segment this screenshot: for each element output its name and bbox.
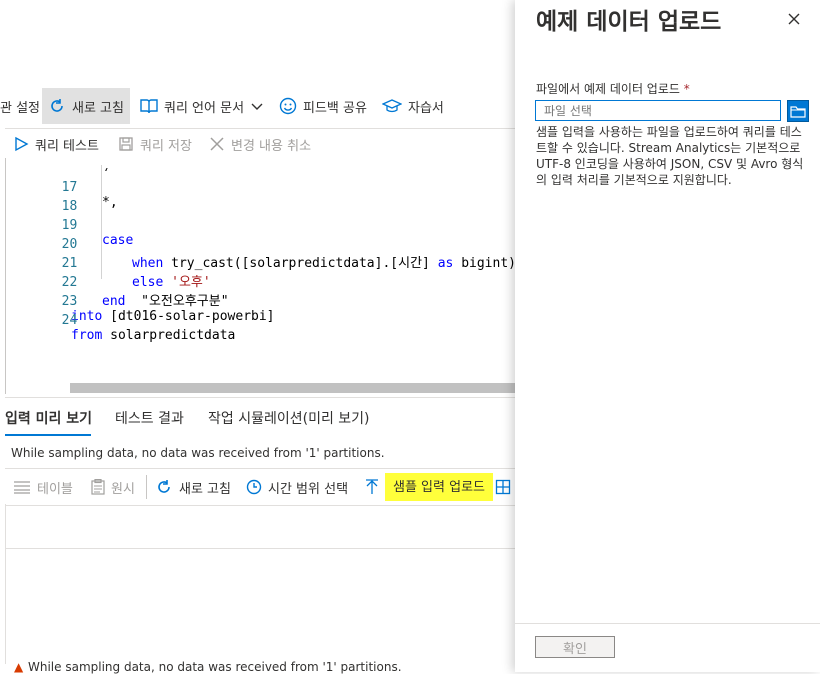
results-tabs: 입력 미리 보기 테스트 결과 작업 시뮬레이션(미리 보기) bbox=[5, 397, 515, 438]
clock-icon bbox=[246, 479, 262, 495]
results-divider bbox=[6, 548, 516, 549]
play-icon bbox=[15, 136, 29, 152]
file-select-input[interactable] bbox=[535, 100, 781, 121]
raw-view-button[interactable]: 원시 bbox=[91, 469, 135, 505]
help-text: 샘플 입력을 사용하는 파일을 업로드하여 쿼리를 테스트할 수 있습니다. S… bbox=[536, 125, 804, 187]
preview-refresh-button[interactable]: 새로 고침 bbox=[155, 469, 231, 505]
file-field-label: 파일에서 예제 데이터 업로드 * bbox=[536, 82, 690, 96]
sampling-message: While sampling data, no data was receive… bbox=[11, 446, 385, 460]
query-language-docs-label: 쿼리 언어 문서 bbox=[164, 100, 245, 116]
table-icon bbox=[14, 481, 30, 494]
code-line-22: 22 end "오전오후구분" bbox=[61, 275, 229, 309]
feedback-label: 피드백 공유 bbox=[303, 100, 367, 116]
preview-toolbar: 테이블 원시 새로 고침 시간 범위 선택 샘플 입력 업로드 bbox=[5, 468, 515, 506]
query-language-docs-button[interactable]: 쿼리 언어 문서 bbox=[140, 88, 270, 124]
toolbar-divider bbox=[146, 475, 147, 499]
preview-results-area bbox=[5, 504, 516, 664]
grid-options-button[interactable] bbox=[495, 469, 517, 505]
code-line-20: 20 when try_cast([solarpredictdata].[시간]… bbox=[61, 237, 516, 271]
upload-sample-panel: 예제 데이터 업로드 파일에서 예제 데이터 업로드 * 샘플 입력을 사용하는… bbox=[515, 0, 820, 672]
test-query-label: 쿼리 테스트 bbox=[35, 138, 99, 154]
code-line-23: 23 into [dt016-solar-powerbi] bbox=[61, 294, 275, 324]
tutorial-button[interactable]: 자습서 bbox=[382, 88, 444, 124]
save-query-label: 쿼리 저장 bbox=[140, 138, 192, 154]
save-icon bbox=[119, 137, 133, 151]
horizontal-scrollbar[interactable] bbox=[70, 383, 515, 393]
code-line-17: 17 *, bbox=[61, 180, 118, 210]
smiley-icon bbox=[279, 97, 297, 115]
table-view-button[interactable]: 테이블 bbox=[13, 469, 73, 505]
graduation-cap-icon bbox=[382, 99, 402, 113]
panel-footer-divider bbox=[515, 623, 820, 624]
indent-guide bbox=[101, 165, 102, 279]
refresh-button[interactable]: 새로 고침 bbox=[42, 88, 130, 124]
code-line-19: 19 case bbox=[61, 218, 134, 248]
panel-title: 예제 데이터 업로드 bbox=[536, 9, 722, 35]
clipboard-icon bbox=[91, 479, 105, 495]
tab-input-preview[interactable]: 입력 미리 보기 bbox=[5, 408, 92, 428]
confirm-button[interactable]: 확인 bbox=[535, 636, 615, 658]
upload-sample-input-button[interactable]: 샘플 입력 업로드 bbox=[365, 469, 493, 505]
code-line-24: 24 from solarpredictdata bbox=[61, 313, 236, 343]
settings-button[interactable]: 관 설정 bbox=[0, 88, 40, 124]
code-line-18: 18 bbox=[61, 199, 78, 214]
refresh-icon bbox=[158, 480, 170, 493]
feedback-button[interactable]: 피드백 공유 bbox=[279, 88, 367, 124]
tutorial-label: 자습서 bbox=[408, 100, 444, 116]
chevron-down-icon bbox=[251, 103, 263, 110]
grid-icon bbox=[495, 479, 511, 495]
browse-file-button[interactable] bbox=[787, 100, 809, 122]
code-line-partial: ( bbox=[6, 152, 511, 171]
close-icon bbox=[210, 137, 224, 151]
top-toolbar: 관 설정 새로 고침 쿼리 언어 문서 피드백 공유 자습서 bbox=[0, 88, 515, 124]
refresh-icon bbox=[51, 99, 63, 112]
code-line-21: 21 else '오후' bbox=[61, 256, 211, 290]
query-editor[interactable]: ( 17 *, 18 19 case 20 when try_cast([sol… bbox=[5, 158, 517, 394]
book-icon bbox=[140, 99, 158, 114]
required-marker: * bbox=[683, 82, 690, 96]
discard-changes-label: 변경 내용 취소 bbox=[231, 138, 312, 154]
close-panel-button[interactable] bbox=[785, 10, 803, 28]
time-range-button[interactable]: 시간 범위 선택 bbox=[246, 469, 348, 505]
tab-job-simulation[interactable]: 작업 시뮬레이션(미리 보기) bbox=[208, 408, 370, 428]
folder-icon bbox=[790, 105, 806, 118]
settings-label: 관 설정 bbox=[0, 100, 41, 116]
close-icon bbox=[788, 13, 800, 25]
tab-test-results[interactable]: 테스트 결과 bbox=[115, 408, 184, 428]
active-tab-indicator bbox=[5, 434, 91, 436]
upload-arrow-icon bbox=[366, 479, 378, 494]
refresh-label: 새로 고침 bbox=[72, 100, 124, 116]
